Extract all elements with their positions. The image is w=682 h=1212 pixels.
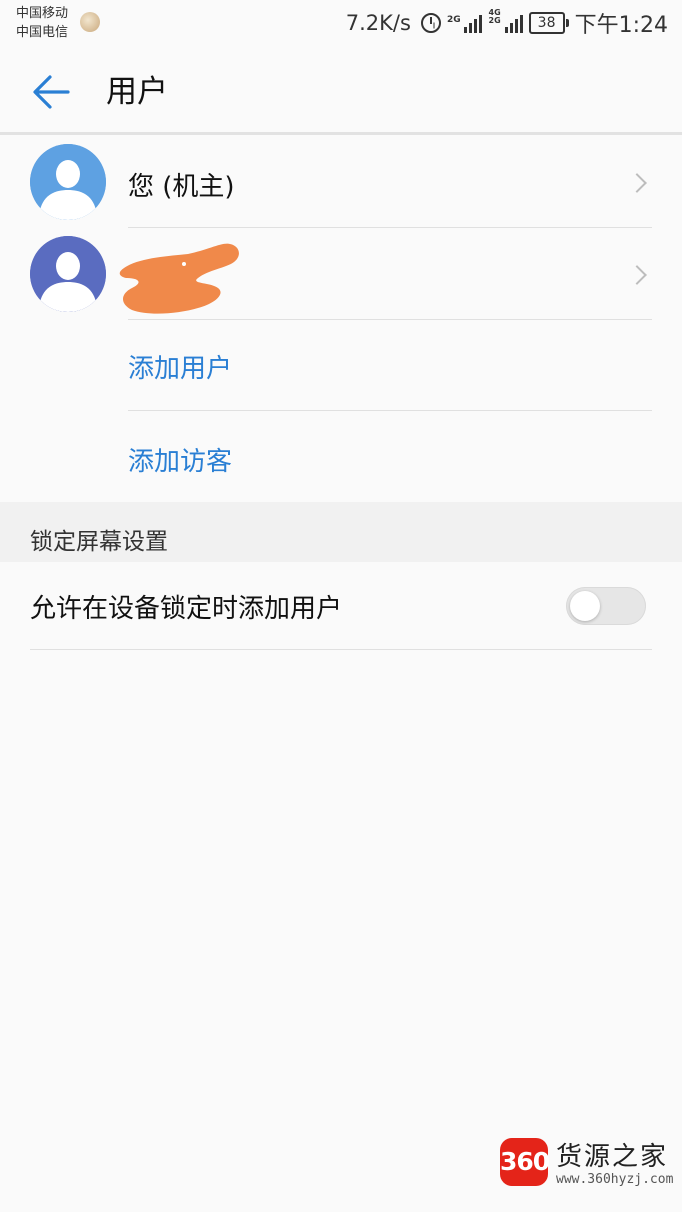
allow-add-users-toggle[interactable] xyxy=(566,587,646,625)
watermark-title: 货源之家 xyxy=(556,1142,669,1172)
add-user-button[interactable]: 添加用户 xyxy=(0,320,682,410)
notification-icon xyxy=(80,12,100,32)
app-bar: 用户 xyxy=(0,48,682,132)
battery-icon: 38 xyxy=(528,12,569,34)
signal-2-tag: 4G 2G xyxy=(488,8,501,25)
carrier-1: 中国移动 xyxy=(16,6,69,21)
clock: 下午1:24 xyxy=(574,13,668,38)
list-divider xyxy=(30,649,652,650)
chevron-right-icon xyxy=(627,173,647,193)
toggle-knob xyxy=(570,591,600,621)
watermark-badge: 360 xyxy=(500,1138,550,1186)
user-row-secondary[interactable] xyxy=(0,228,682,320)
user-row-owner[interactable]: 您 (机主) xyxy=(0,136,682,228)
arrow-left-icon xyxy=(33,75,70,109)
person-icon xyxy=(30,236,106,312)
signal-1-tag: 2G xyxy=(446,15,461,25)
avatar xyxy=(30,236,106,312)
carrier-2: 中国电信 xyxy=(16,25,69,40)
signal-1-icon: 2G xyxy=(447,13,482,33)
person-icon xyxy=(30,144,106,220)
status-bar: 中国移动 中国电信 7.2K/s 2G 4G 2G 38 下午1:24 xyxy=(0,0,682,48)
add-user-label: 添加用户 xyxy=(128,354,233,384)
header-divider xyxy=(0,132,682,135)
alarm-icon xyxy=(420,13,441,33)
section-title-lock-screen: 锁定屏幕设置 xyxy=(30,529,168,555)
status-indicators: 7.2K/s 2G 4G 2G 38 下午1:24 xyxy=(345,8,668,39)
watermark-url: www.360hyzj.com xyxy=(556,1172,674,1187)
carrier-info: 中国移动 中国电信 xyxy=(16,4,68,42)
avatar xyxy=(30,144,106,220)
signal-2-icon: 4G 2G xyxy=(488,9,523,33)
setting-label-allow-add-users: 允许在设备锁定时添加用户 xyxy=(30,594,343,624)
add-guest-button[interactable]: 添加访客 xyxy=(0,411,682,501)
redaction-scribble xyxy=(119,243,239,314)
network-speed: 7.2K/s xyxy=(345,11,411,35)
page-title: 用户 xyxy=(106,74,168,110)
back-button[interactable] xyxy=(30,72,72,112)
chevron-right-icon xyxy=(627,265,647,285)
user-label-owner: 您 (机主) xyxy=(128,172,235,202)
add-guest-label: 添加访客 xyxy=(128,447,233,477)
watermark-logo: 360 货源之家 www.360hyzj.com xyxy=(498,1130,676,1196)
